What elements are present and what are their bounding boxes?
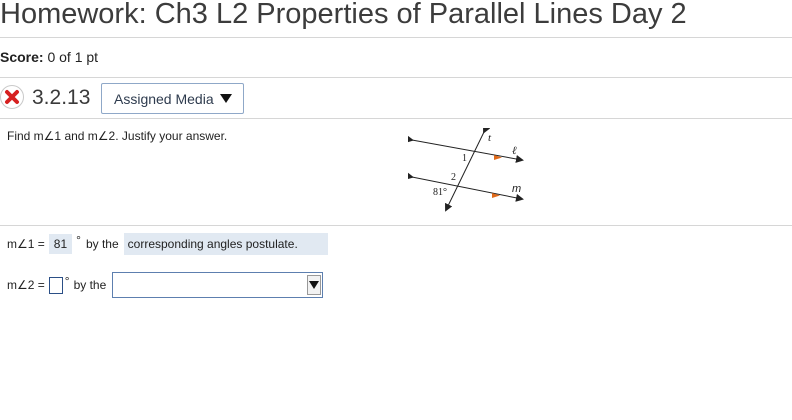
label-t: t [488,132,492,144]
score-line: Score: 0 of 1 pt [0,49,98,65]
degree-symbol: ° [76,233,81,247]
angle-2-label: 2 [451,172,456,183]
angle-1-label: m∠1 = [7,237,45,251]
dropdown-arrow-icon[interactable] [307,275,322,295]
question-prompt: Find m∠1 and m∠2. Justify your answer. [7,129,228,143]
line-m [408,171,524,202]
transversal-t [445,128,491,212]
assigned-media-label: Assigned Media [114,90,214,107]
incorrect-icon [0,85,24,109]
by-the-text: by the [73,278,107,292]
divider [0,77,792,78]
divider [0,225,792,226]
page-title: Homework: Ch3 L2 Properties of Parallel … [0,0,687,30]
label-l: ℓ [512,145,517,157]
angle-1-answer: 81 [48,234,73,254]
angle-2-input[interactable] [48,276,63,294]
label-m: m [512,183,521,195]
angle-1-label: 1 [462,153,467,164]
answer-row-1: m∠1 = 81 ° by the corresponding angles p… [7,233,328,255]
parallel-lines-figure: t ℓ m 1 2 81° [408,128,524,212]
divider [0,118,792,119]
by-the-text: by the [85,237,119,251]
given-angle-label: 81° [433,187,447,198]
score-label: Score: [0,49,44,65]
divider [0,37,792,38]
caret-down-icon [219,94,232,103]
answer-row-2: m∠2 = ° by the [7,272,324,298]
angle-2-label: m∠2 = [7,278,45,292]
line-l [408,134,524,163]
justification-dropdown[interactable] [112,272,324,298]
angle-1-justification: corresponding angles postulate. [123,233,328,255]
question-number: 3.2.13 [32,86,91,109]
degree-symbol: ° [64,274,70,288]
score-value: 0 of 1 pt [47,49,99,65]
assigned-media-button[interactable]: Assigned Media [101,83,244,114]
